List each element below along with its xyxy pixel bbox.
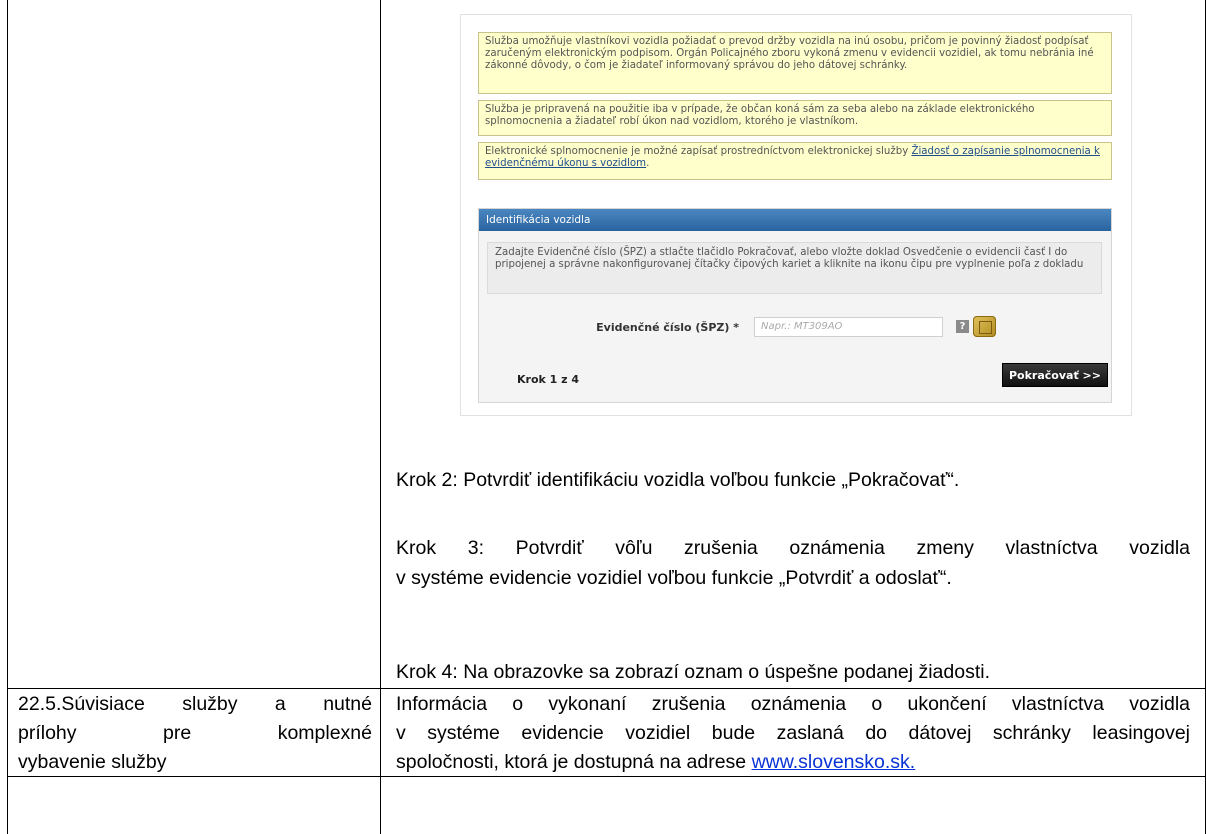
panel-instructions: Zadajte Evidenčné číslo (ŠPZ) a stlačte … <box>487 242 1102 294</box>
row-info-line-1: Informácia o vykonaní zrušenia oznámenia… <box>396 693 1190 715</box>
row-info-line-3: spoločnosti, ktorá je dostupná na adrese… <box>396 748 915 777</box>
row-label-line-2: prílohy pre komplexné <box>18 722 372 744</box>
help-icon[interactable]: ? <box>956 320 969 333</box>
row-label-line-1: 22.5.Súvisiace služby a nutné <box>18 693 372 715</box>
registration-number-input[interactable]: Napr.: MT309AO <box>754 317 943 337</box>
info-note-usage: Služba je pripravená na použitie iba v p… <box>478 100 1112 136</box>
table-divider-column <box>380 0 381 834</box>
slovensko-sk-link[interactable]: www.slovensko.sk. <box>752 751 916 773</box>
info-note-authorization: Elektronické splnomocnenie je možné zapí… <box>478 142 1112 180</box>
panel-title: Identifikácia vozidla <box>479 209 1111 231</box>
registration-number-label: Evidenčné číslo (ŠPZ) * <box>596 321 739 334</box>
vehicle-identification-panel: Identifikácia vozidla Zadajte Evidenčné … <box>478 208 1112 403</box>
note-end: . <box>646 158 650 170</box>
step-indicator: Krok 1 z 4 <box>517 373 580 386</box>
note-text: Elektronické splnomocnenie je možné zapí… <box>485 146 912 157</box>
step-4-text: Krok 4: Na obrazovke sa zobrazí oznam o … <box>396 661 991 683</box>
row-info-text: spoločnosti, ktorá je dostupná na adrese <box>396 751 752 773</box>
step-3-line-2: v systéme evidencie vozidiel voľbou funk… <box>396 567 952 589</box>
table-border-left <box>7 0 8 834</box>
chip-card-icon[interactable] <box>973 316 996 337</box>
step-3-line-1: Krok 3: Potvrdiť vôľu zrušenia oznámenia… <box>396 537 1190 559</box>
table-row-divider-1 <box>7 688 1206 689</box>
row-info-line-2: v systéme evidencie vozidiel bude zaslan… <box>396 722 1190 744</box>
info-note-service: Služba umožňuje vlastníkovi vozidla poži… <box>478 32 1112 94</box>
row-label-line-3: vybavenie služby <box>18 751 167 773</box>
continue-button[interactable]: Pokračovať >> <box>1002 363 1108 387</box>
step-2-text: Krok 2: Potvrdiť identifikáciu vozidla v… <box>396 469 960 491</box>
service-screenshot: Služba umožňuje vlastníkovi vozidla poži… <box>460 14 1132 416</box>
